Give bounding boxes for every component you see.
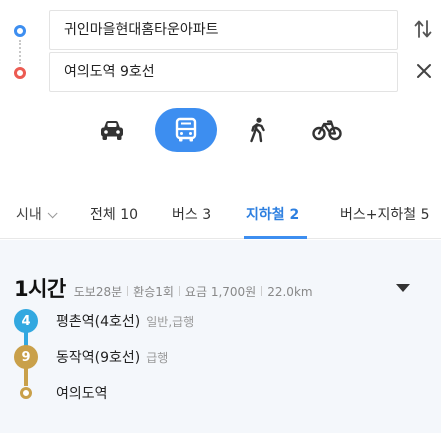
destination-field[interactable]: 여의도역 9호선	[49, 52, 398, 92]
divider	[261, 286, 263, 296]
active-tab-indicator	[244, 236, 307, 239]
train-type: 일반,급행	[146, 314, 195, 329]
line-4-badge: 4	[14, 309, 38, 333]
stop-name: 여의도역	[56, 386, 108, 402]
car-mode-button[interactable]	[90, 108, 134, 152]
train-type: 급행	[146, 350, 169, 365]
bicycle-mode-button[interactable]	[305, 108, 349, 152]
car-icon	[101, 121, 123, 140]
line-9-badge: 9	[14, 345, 38, 369]
region-label: 시내	[16, 207, 42, 223]
tab-bus[interactable]: 버스 3	[172, 204, 211, 224]
list-item: 9 동작역(9호선) 급행	[14, 344, 168, 370]
stop-name: 동작역(9호선)	[56, 350, 141, 366]
caret-down-icon[interactable]	[396, 284, 410, 292]
walk-mode-button[interactable]	[236, 108, 280, 152]
fare: 요금 1,700원	[184, 285, 257, 299]
walk-time: 도보28분	[73, 285, 123, 299]
close-icon[interactable]	[416, 63, 432, 79]
end-point-icon	[14, 67, 26, 79]
bicycle-icon	[312, 120, 342, 141]
chevron-down-icon	[47, 208, 58, 219]
travel-duration: 1시간	[14, 277, 66, 301]
swap-vertical-icon[interactable]	[414, 18, 432, 40]
route-input-panel: 귀인마을현대홈타운아파트 여의도역 9호선	[0, 0, 441, 180]
list-item: 4 평촌역(4호선) 일반,급행	[14, 308, 194, 334]
stop-name: 평촌역(4호선)	[56, 314, 141, 330]
transport-mode-selector	[0, 108, 441, 160]
divider	[178, 286, 180, 296]
tab-all[interactable]: 전체 10	[90, 204, 138, 224]
transfer-count: 환승1회	[133, 285, 174, 299]
route-filter-tabs: 시내 전체 10 버스 3 지하철 2 버스+지하철 5	[0, 185, 441, 239]
arrival-point-icon	[20, 387, 32, 399]
start-point-icon	[14, 25, 26, 37]
list-item: 여의도역	[14, 380, 108, 406]
transit-mode-button[interactable]	[155, 108, 217, 152]
route-connector	[19, 40, 21, 64]
route-summary: 1시간 도보28분 환승1회 요금 1,700원 22.0km	[14, 273, 313, 303]
start-location-field[interactable]: 귀인마을현대홈타운아파트	[49, 10, 398, 50]
distance: 22.0km	[267, 285, 313, 299]
tab-bus-subway[interactable]: 버스+지하철 5	[340, 204, 430, 224]
divider	[127, 286, 129, 296]
region-dropdown[interactable]: 시내	[16, 204, 58, 224]
tab-subway[interactable]: 지하철 2	[246, 204, 299, 224]
walk-icon	[250, 117, 265, 143]
route-result-card[interactable]: 1시간 도보28분 환승1회 요금 1,700원 22.0km 4 평촌역(4호…	[0, 240, 441, 433]
bus-icon	[175, 117, 197, 142]
